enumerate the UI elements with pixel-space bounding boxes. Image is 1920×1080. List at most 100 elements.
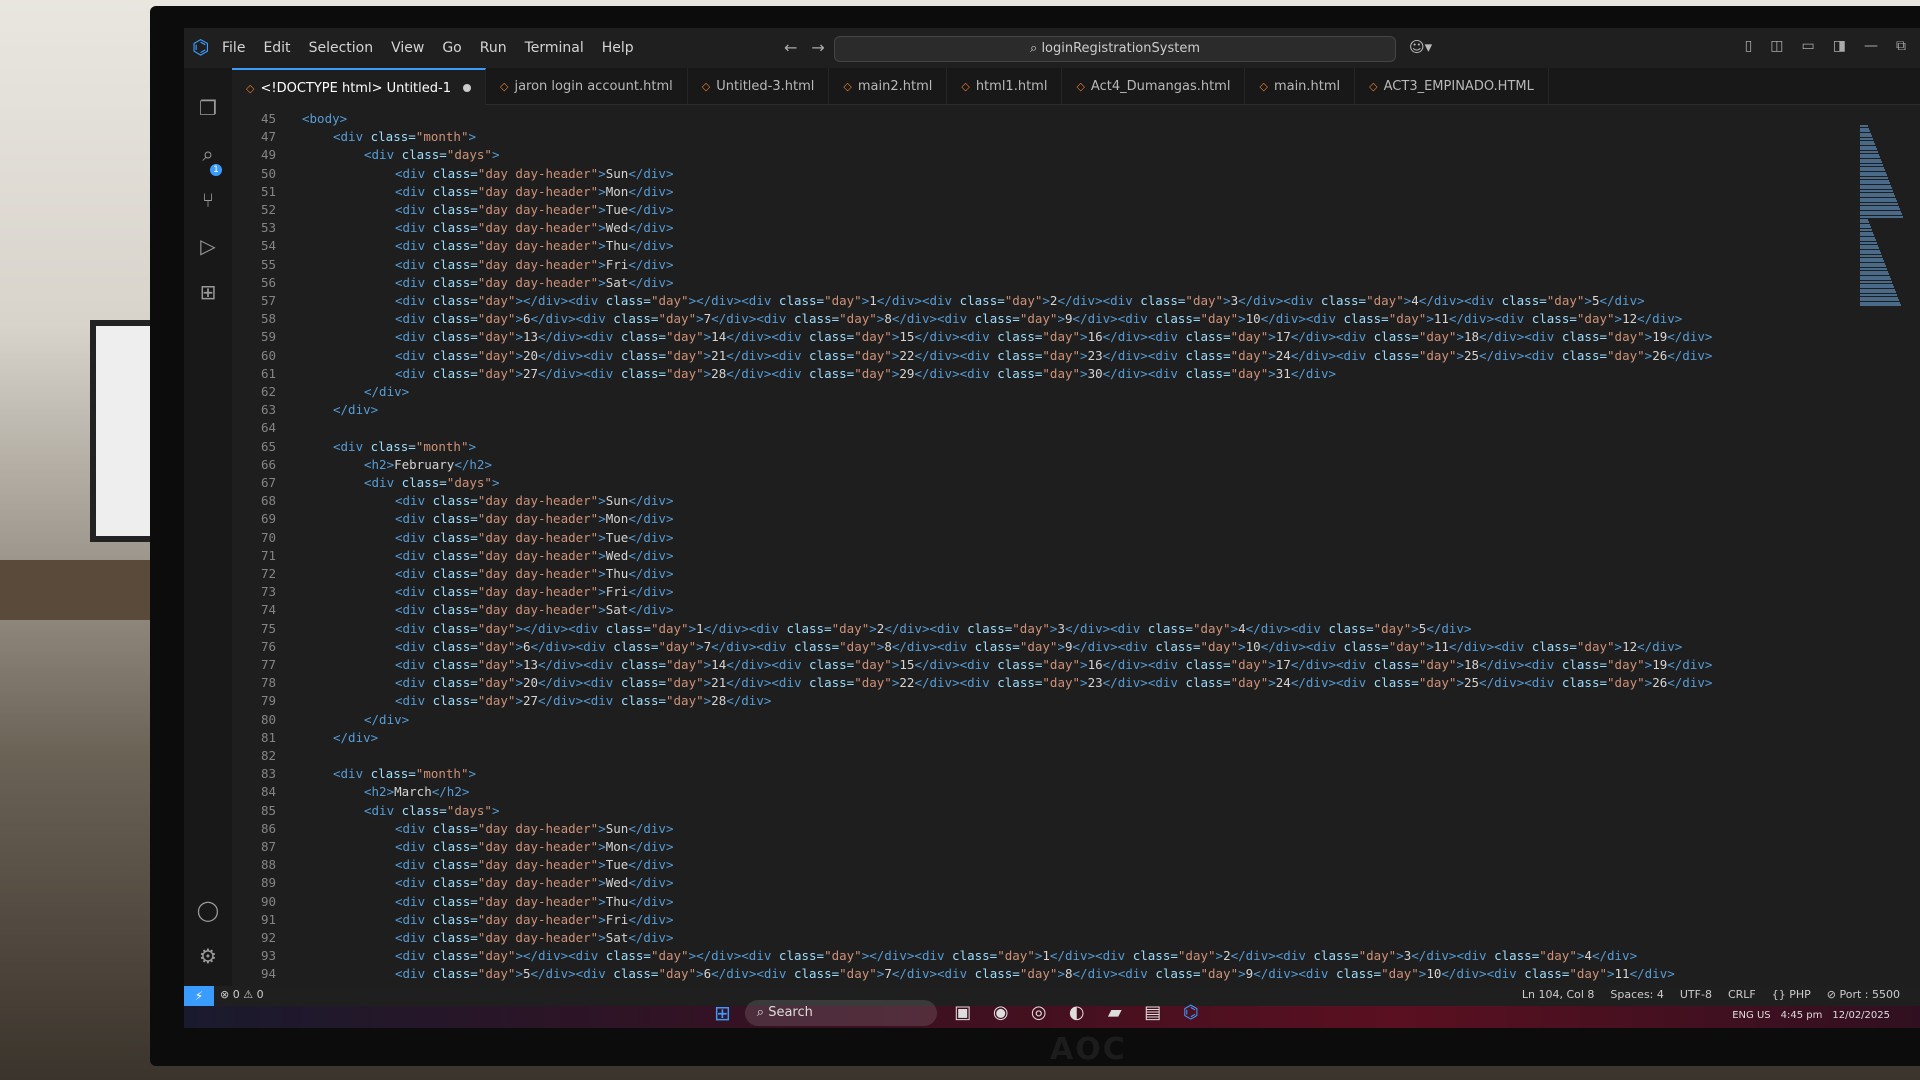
code-line[interactable]: <div class="day day-header">Tue</div> (395, 857, 674, 872)
account-icon[interactable]: ◯ (196, 898, 220, 922)
editor-tab[interactable]: ◇ main.html (1245, 68, 1356, 104)
code-line[interactable]: <div class="day">13</div><div class="day… (395, 657, 1712, 672)
explorer-icon[interactable]: ❐ (196, 96, 220, 120)
edge-icon[interactable]: ◐ (1065, 1001, 1089, 1025)
task-view-icon[interactable]: ▣ (951, 1001, 975, 1025)
menu-item-run[interactable]: Run (480, 40, 507, 56)
code-line[interactable]: <h2>March</h2> (364, 784, 469, 799)
code-line[interactable]: <div class="day day-header">Wed</div> (395, 220, 674, 235)
language-indicator[interactable]: ENG US (1732, 1010, 1770, 1021)
editor-tab[interactable]: ◇ jaron login account.html (486, 68, 688, 104)
clock-time[interactable]: 4:45 pm (1781, 1010, 1823, 1021)
code-area[interactable]: <body> <div class="month"> <div class="day… (302, 105, 1852, 985)
settings-gear-icon[interactable]: ⚙ (196, 944, 220, 968)
taskbar-search[interactable]: ⌕ Search (744, 1000, 937, 1026)
code-line[interactable]: <div class="day day-header">Fri</div> (395, 584, 674, 599)
restore-icon[interactable]: ⧉ (1896, 38, 1906, 54)
code-line[interactable]: <body> (302, 111, 347, 126)
end-of-line[interactable]: CRLF (1728, 988, 1756, 1001)
editor-tab[interactable]: ◇ ACT3_EMPINADO.HTML (1355, 68, 1549, 104)
minimap[interactable] (1852, 105, 1908, 985)
chrome-icon[interactable]: ◎ (1027, 1001, 1051, 1025)
code-line[interactable]: </div> (333, 402, 378, 417)
indentation[interactable]: Spaces: 4 (1610, 988, 1663, 1001)
menu-item-selection[interactable]: Selection (309, 40, 374, 56)
cursor-position[interactable]: Ln 104, Col 8 (1522, 988, 1595, 1001)
extensions-icon[interactable]: ⊞ (196, 280, 220, 304)
problems-indicator[interactable]: ⊗ 0 ⚠ 0 (220, 988, 264, 1001)
code-line[interactable]: <div class="day day-header">Thu</div> (395, 238, 674, 253)
code-line[interactable]: <div class="day">20</div><div class="day… (395, 675, 1712, 690)
code-line[interactable]: <div class="day">20</div><div class="day… (395, 348, 1712, 363)
layout-secondary-icon[interactable]: ◨ (1833, 38, 1846, 54)
code-line[interactable]: <div class="day">27</div><div class="day… (395, 693, 771, 708)
code-line[interactable]: <div class="day">27</div><div class="day… (395, 366, 1336, 381)
code-line[interactable]: <div class="day">6</div><div class="day"… (395, 639, 1682, 654)
code-line[interactable]: </div> (364, 712, 409, 727)
code-line[interactable]: <div class="day day-header">Thu</div> (395, 566, 674, 581)
code-line[interactable]: <div class="days"> (364, 475, 499, 490)
code-line[interactable]: <div class="day"></div><div class="day">… (395, 948, 1637, 963)
code-line[interactable]: <div class="day day-header">Wed</div> (395, 875, 674, 890)
menu-item-help[interactable]: Help (602, 40, 634, 56)
source-control-icon[interactable]: ⑂ (196, 188, 220, 212)
layout-split-icon[interactable]: ◫ (1770, 38, 1783, 54)
command-center-search[interactable]: ⌕ loginRegistrationSystem (834, 36, 1396, 62)
clock-date[interactable]: 12/02/2025 (1832, 1010, 1890, 1021)
code-line[interactable]: <div class="day day-header">Sun</div> (395, 166, 674, 181)
store-icon[interactable]: ▤ (1141, 1001, 1165, 1025)
code-line[interactable]: <div class="day day-header">Thu</div> (395, 894, 674, 909)
code-line[interactable]: </div> (333, 730, 378, 745)
code-line[interactable]: <div class="day">5</div><div class="day"… (395, 966, 1675, 981)
code-line[interactable]: <div class="day day-header">Tue</div> (395, 530, 674, 545)
code-line[interactable]: <div class="day day-header">Mon</div> (395, 184, 674, 199)
remote-indicator-icon[interactable]: ⚡ (184, 986, 214, 1006)
code-line[interactable]: <div class="day day-header">Tue</div> (395, 202, 674, 217)
vscode-taskbar-icon[interactable]: ⌬ (1179, 1001, 1203, 1025)
editor-tab[interactable]: ◇ html1.html (947, 68, 1063, 104)
layout-sidebar-icon[interactable]: ▯ (1745, 38, 1753, 54)
menu-item-go[interactable]: Go (442, 40, 461, 56)
code-line[interactable]: <div class="day">13</div><div class="day… (395, 329, 1712, 344)
code-line[interactable]: <div class="month"> (333, 439, 476, 454)
editor-tab[interactable]: ◇ Act4_Dumangas.html (1062, 68, 1246, 104)
file-explorer-icon[interactable]: ▰ (1103, 1001, 1127, 1025)
code-line[interactable]: <div class="day day-header">Sat</div> (395, 602, 674, 617)
forward-arrow-icon[interactable]: → (811, 38, 824, 57)
code-line[interactable]: <div class="month"> (333, 766, 476, 781)
code-line[interactable]: <div class="day day-header">Mon</div> (395, 839, 674, 854)
live-server-port[interactable]: ⊘ Port : 5500 (1827, 988, 1900, 1001)
unsaved-dot-icon[interactable] (462, 84, 471, 92)
code-line[interactable]: <div class="day day-header">Sun</div> (395, 821, 674, 836)
search-icon[interactable]: ⌕ (196, 142, 220, 166)
code-line[interactable]: <div class="day day-header">Sun</div> (395, 493, 674, 508)
code-line[interactable]: <div class="day day-header">Fri</div> (395, 257, 674, 272)
language-mode[interactable]: {} PHP (1772, 988, 1811, 1001)
menu-item-edit[interactable]: Edit (263, 40, 290, 56)
encoding[interactable]: UTF-8 (1680, 988, 1712, 1001)
minimize-icon[interactable]: — (1864, 38, 1878, 54)
code-line[interactable]: <div class="day day-header">Sat</div> (395, 275, 674, 290)
code-line[interactable]: <div class="day"></div><div class="day">… (395, 621, 1472, 636)
code-line[interactable]: <div class="month"> (333, 129, 476, 144)
code-editor[interactable]: 45 47 49 50 51 52 53 54 55 56 57 58 59 60 61 62 63 64 65 66… (232, 105, 1852, 985)
code-line[interactable]: <h2>February</h2> (364, 457, 492, 472)
menu-item-terminal[interactable]: Terminal (525, 40, 584, 56)
copilot-icon[interactable]: ☺▾ (1409, 38, 1432, 56)
windows-start-icon[interactable]: ⊞ (714, 1001, 731, 1025)
menu-item-file[interactable]: File (222, 40, 245, 56)
code-line[interactable]: <div class="day">6</div><div class="day"… (395, 311, 1682, 326)
run-debug-icon[interactable]: ▷ (196, 234, 220, 258)
code-line[interactable]: <div class="day day-header">Mon</div> (395, 511, 674, 526)
code-line[interactable]: <div class="days"> (364, 803, 499, 818)
code-line[interactable]: <div class="day day-header">Fri</div> (395, 912, 674, 927)
layout-panel-icon[interactable]: ▭ (1802, 38, 1815, 54)
editor-tab[interactable]: ◇ main2.html (829, 68, 948, 104)
code-line[interactable]: <div class="day day-header">Sat</div> (395, 930, 674, 945)
code-line[interactable]: <div class="day day-header">Wed</div> (395, 548, 674, 563)
code-line[interactable]: </div> (364, 384, 409, 399)
menu-item-view[interactable]: View (391, 40, 424, 56)
chat-icon[interactable]: ◉ (989, 1001, 1013, 1025)
editor-tab[interactable]: ◇ Untitled-3.html (688, 68, 830, 104)
code-line[interactable]: <div class="days"> (364, 147, 499, 162)
